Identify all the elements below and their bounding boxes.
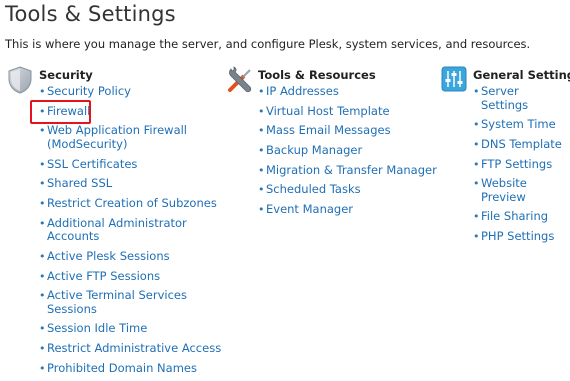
backup-manager-link[interactable]: Backup Manager — [266, 143, 362, 157]
list-item: • Prohibited Domain Names — [39, 360, 197, 375]
list-item: • IP Addresses — [258, 84, 339, 98]
list-item: • Migration & Transfer Manager — [258, 162, 437, 177]
page-description: This is where you manage the server, and… — [5, 37, 531, 51]
firewall-link[interactable]: Firewall — [47, 104, 90, 118]
tools-resources-links: • IP Addresses • Virtual Host Template • Ma… — [258, 84, 441, 217]
shared-ssl-link[interactable]: Shared SSL — [47, 176, 112, 191]
admin-accounts-link[interactable]: Additional Administrator Accounts — [47, 216, 187, 244]
general-settings-links: • Server Settings • System Time • DNS Templ… — [473, 84, 569, 244]
sliders-icon — [441, 66, 469, 94]
dns-template-link[interactable]: DNS Template — [481, 137, 562, 151]
page-title: Tools & Settings — [5, 2, 176, 26]
security-links: • Security Policy • Firewall • Web Applicat… — [39, 84, 222, 375]
list-item: • Web Application Firewall (ModSecurity) — [39, 124, 222, 151]
php-settings-link[interactable]: PHP Settings — [481, 229, 554, 243]
active-plesk-sessions-link[interactable]: Active Plesk Sessions — [47, 249, 170, 263]
list-item: • SSL Certificates — [39, 156, 138, 171]
session-idle-time-link[interactable]: Session Idle Time — [47, 321, 147, 336]
list-item: • Virtual Host Template — [258, 103, 390, 118]
link-line-1: Web Application Firewall — [47, 123, 188, 138]
list-item: • Restrict Creation of Subzones — [39, 195, 217, 210]
virtual-host-template-link[interactable]: Virtual Host Template — [266, 104, 390, 118]
active-terminal-sessions-link[interactable]: Active Terminal Services Sessions — [47, 288, 187, 316]
list-item: • Active FTP Sessions — [39, 268, 161, 283]
list-item: • Website Preview — [473, 176, 527, 204]
link-line-2: (ModSecurity) — [47, 136, 128, 151]
server-settings-link[interactable]: Server Settings — [481, 84, 528, 112]
scheduled-tasks-link[interactable]: Scheduled Tasks — [266, 182, 361, 197]
tools-icon — [226, 66, 254, 94]
security-policy-link[interactable]: Security Policy — [47, 84, 131, 98]
file-sharing-link[interactable]: File Sharing — [481, 209, 548, 224]
list-item: • File Sharing — [473, 209, 549, 224]
ftp-settings-link[interactable]: FTP Settings — [481, 157, 552, 171]
list-item: • FTP Settings — [473, 156, 553, 171]
list-item: • Mass Email Messages — [258, 123, 391, 138]
event-manager-link[interactable]: Event Manager — [266, 202, 353, 216]
list-item: • Additional Administrator Accounts — [39, 215, 187, 244]
migration-transfer-manager-link[interactable]: Migration & Transfer Manager — [266, 163, 437, 177]
list-item: • DNS Template — [473, 136, 562, 151]
list-item: • Backup Manager — [258, 143, 363, 158]
ip-addresses-link[interactable]: IP Addresses — [266, 84, 339, 98]
general-settings-heading: General Settings — [473, 68, 570, 82]
ssl-certificates-link[interactable]: SSL Certificates — [47, 157, 137, 171]
list-item: • Firewall — [39, 103, 91, 118]
list-item: • Session Idle Time — [39, 321, 148, 336]
mass-email-messages-link[interactable]: Mass Email Messages — [266, 123, 391, 138]
list-item: • Active Plesk Sessions — [39, 248, 170, 263]
restrict-admin-access-link[interactable]: Restrict Administrative Access — [47, 341, 221, 355]
list-item: • PHP Settings — [473, 229, 555, 244]
active-ftp-sessions-link[interactable]: Active FTP Sessions — [47, 269, 160, 283]
list-item: • Restrict Administrative Access — [39, 341, 222, 356]
list-item: • Active Terminal Services Sessions — [39, 288, 187, 316]
list-item: • Shared SSL — [39, 176, 113, 191]
list-item: • Security Policy — [39, 84, 131, 98]
list-item: • Event Manager — [258, 202, 354, 217]
shield-icon — [7, 66, 35, 94]
list-item: • Server Settings — [473, 84, 529, 112]
system-time-link[interactable]: System Time — [481, 117, 556, 131]
list-item: • System Time — [473, 117, 556, 132]
tools-resources-heading: Tools & Resources — [258, 68, 376, 82]
restrict-subzones-link[interactable]: Restrict Creation of Subzones — [47, 196, 217, 210]
security-heading: Security — [39, 68, 93, 82]
list-item: • Scheduled Tasks — [258, 182, 361, 197]
web-application-firewall-link[interactable]: Web Application Firewall (ModSecurity) — [47, 124, 222, 151]
website-preview-link[interactable]: Website Preview — [481, 176, 527, 204]
